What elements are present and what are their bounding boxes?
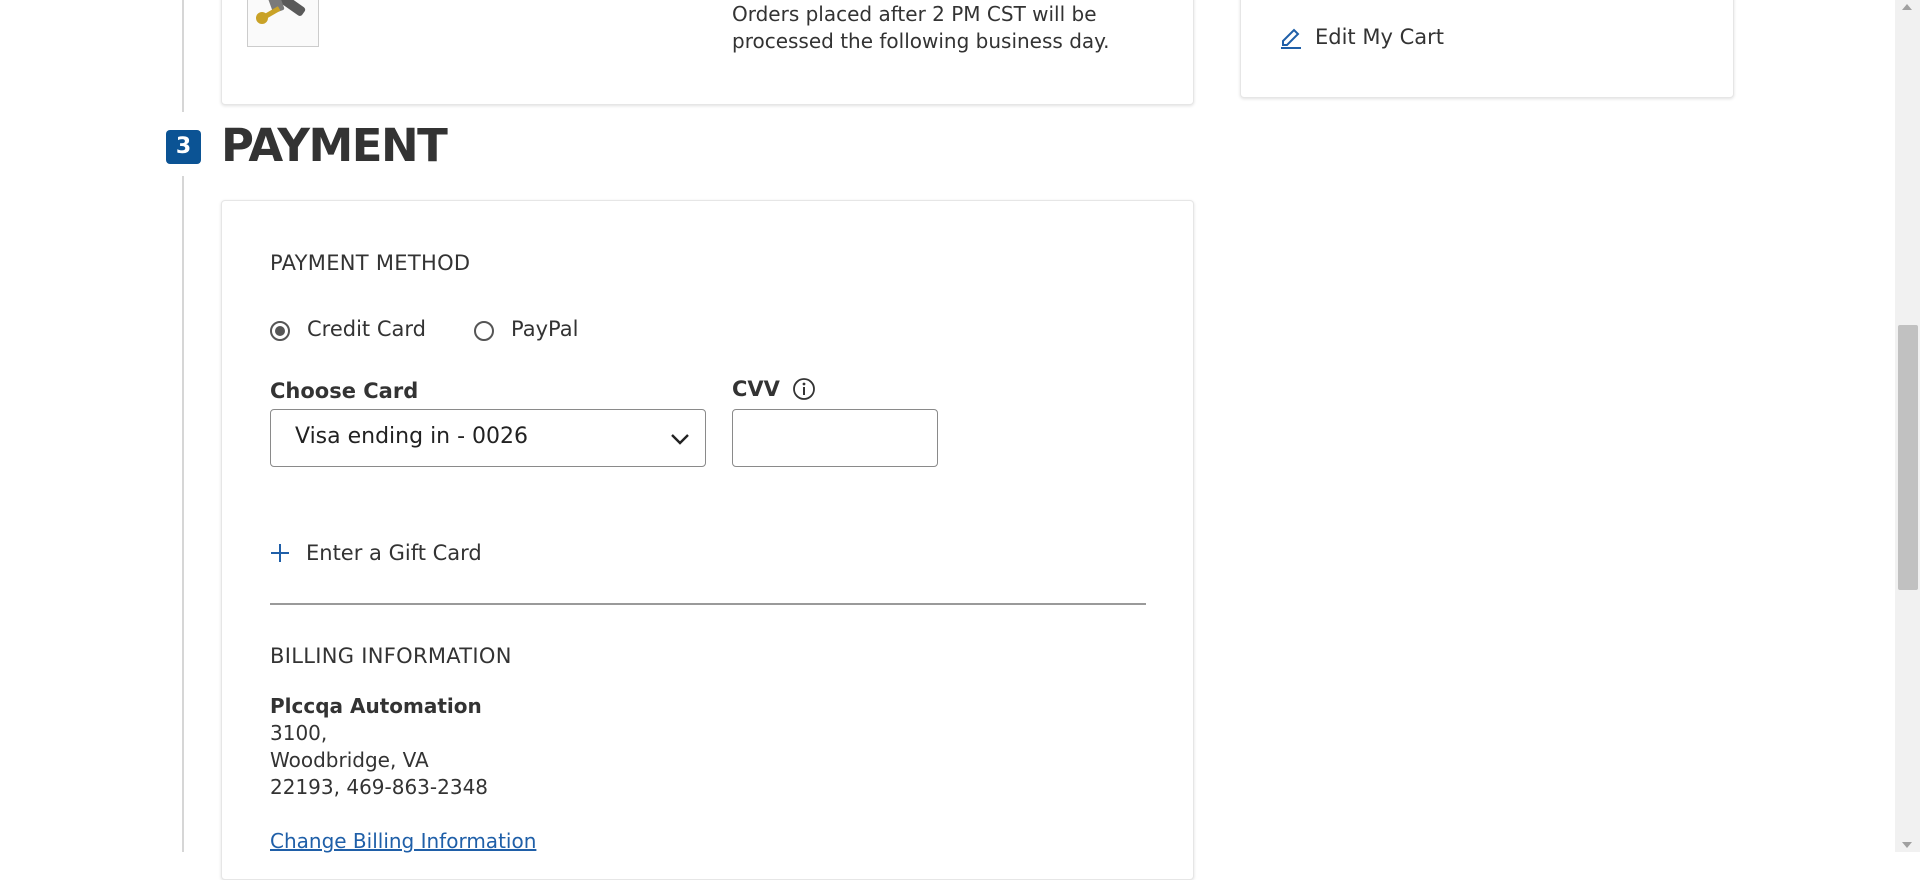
cvv-input[interactable] <box>732 409 938 467</box>
cvv-label: CVV <box>732 377 780 401</box>
edit-cart-label: Edit My Cart <box>1315 25 1444 49</box>
payment-method-heading: PAYMENT METHOD <box>270 251 471 275</box>
credit-card-radio-option[interactable]: Credit Card <box>270 317 430 343</box>
shipping-card: Orders placed after 2 PM CST will be pro… <box>221 0 1194 105</box>
chevron-down-icon <box>669 428 691 450</box>
page-title: PAYMENT <box>221 119 448 172</box>
radio-selected-dot <box>275 326 285 336</box>
billing-line3: 22193, 469-863-2348 <box>270 775 489 799</box>
paypal-radio[interactable] <box>474 321 494 341</box>
paypal-label: PayPal <box>511 317 579 341</box>
billing-address: Plccqa Automation 3100, Woodbridge, VA 2… <box>270 693 488 801</box>
plus-icon <box>270 543 290 563</box>
selected-card-value: Visa ending in - 0026 <box>295 424 529 449</box>
order-summary-card: Edit My Cart <box>1240 0 1734 98</box>
choose-card-select[interactable]: Visa ending in - 0026 <box>270 409 706 467</box>
section-divider <box>270 603 1146 605</box>
change-billing-link[interactable]: Change Billing Information <box>270 829 536 853</box>
credit-card-radio[interactable] <box>270 321 290 341</box>
scroll-down-arrow[interactable] <box>1902 842 1912 848</box>
enter-gift-card-link[interactable]: Enter a Gift Card <box>270 541 482 565</box>
shipping-note: Orders placed after 2 PM CST will be pro… <box>732 1 1109 55</box>
timeline-line <box>182 0 184 112</box>
pencil-icon <box>1279 25 1303 49</box>
choose-card-label: Choose Card <box>270 379 419 403</box>
info-icon[interactable] <box>792 377 816 401</box>
shipping-note-line2: processed the following business day. <box>732 29 1110 53</box>
scrollbar-thumb[interactable] <box>1898 325 1918 590</box>
billing-heading: BILLING INFORMATION <box>270 644 512 668</box>
product-thumbnail <box>247 0 319 47</box>
billing-name: Plccqa Automation <box>270 694 482 718</box>
timeline-line <box>182 176 184 852</box>
gift-card-label: Enter a Gift Card <box>306 541 482 565</box>
scroll-up-arrow[interactable] <box>1902 4 1912 10</box>
paypal-radio-option[interactable]: PayPal <box>474 317 594 343</box>
billing-line2: Woodbridge, VA <box>270 748 429 772</box>
cvv-label-row: CVV <box>732 377 816 401</box>
credit-card-label: Credit Card <box>307 317 426 341</box>
billing-line1: 3100, <box>270 721 328 745</box>
payment-card: PAYMENT METHOD Credit Card PayPal Choose… <box>221 200 1194 880</box>
step-number-badge: 3 <box>166 130 201 164</box>
edit-cart-link[interactable]: Edit My Cart <box>1279 25 1444 49</box>
shipping-note-line1: Orders placed after 2 PM CST will be <box>732 2 1097 26</box>
